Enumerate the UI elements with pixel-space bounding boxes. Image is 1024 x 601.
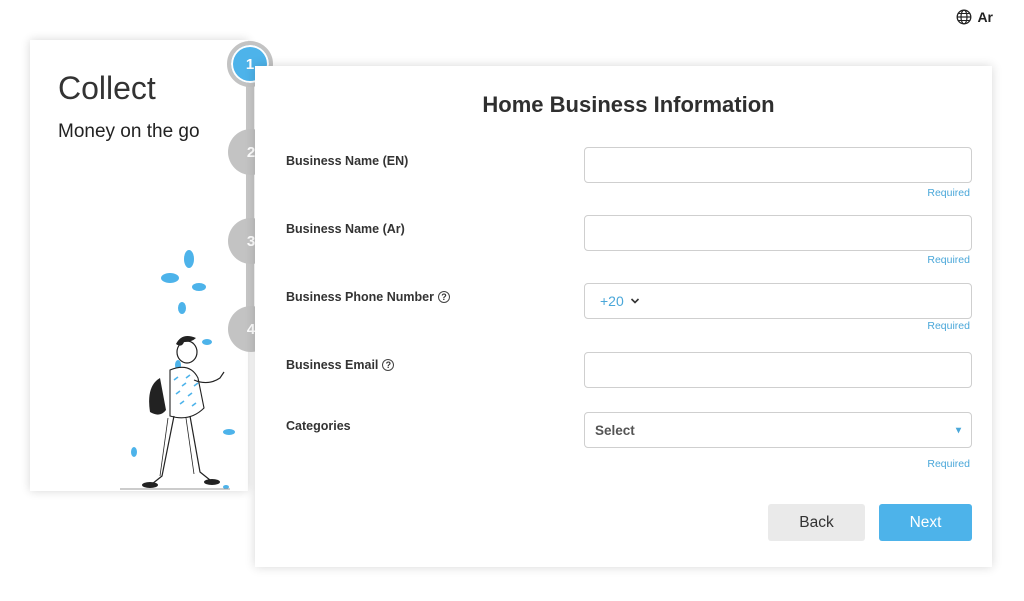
business-email-input[interactable] — [584, 352, 972, 388]
chevron-down-icon[interactable] — [630, 296, 640, 306]
business-email-label: Business Email ? — [286, 358, 395, 372]
language-label: Ar — [977, 9, 993, 25]
categories-required: Required — [927, 458, 970, 470]
walking-person-illustration — [120, 250, 235, 490]
help-icon[interactable]: ? — [437, 291, 450, 303]
country-code[interactable]: +20 — [600, 293, 624, 309]
next-button[interactable]: Next — [879, 504, 972, 541]
categories-label-text: Categories — [286, 419, 351, 433]
categories-selected-value: Select — [595, 422, 635, 438]
caret-down-icon: ▾ — [955, 424, 961, 436]
business-email-field[interactable] — [585, 353, 971, 387]
business-name-en-field[interactable] — [585, 148, 971, 182]
business-name-ar-label-text: Business Name (Ar) — [286, 222, 405, 236]
business-phone-required: Required — [927, 320, 970, 332]
promo-card: Collect Money on the go — [30, 40, 248, 491]
categories-select[interactable]: Select ▾ — [584, 412, 972, 448]
language-switch[interactable]: Ar — [956, 9, 993, 25]
business-name-en-input[interactable] — [584, 147, 972, 183]
business-name-ar-field[interactable] — [585, 216, 971, 250]
business-phone-input[interactable]: +20 — [584, 283, 972, 319]
business-phone-label: Business Phone Number ? — [286, 290, 450, 304]
business-email-label-text: Business Email — [286, 358, 379, 372]
back-button[interactable]: Back — [768, 504, 865, 541]
business-name-en-label-text: Business Name (EN) — [286, 154, 409, 168]
business-name-ar-label: Business Name (Ar) — [286, 222, 405, 236]
help-icon[interactable]: ? — [382, 359, 395, 371]
business-name-en-required: Required — [927, 187, 970, 199]
business-name-ar-input[interactable] — [584, 215, 972, 251]
business-name-ar-required: Required — [927, 254, 970, 266]
business-name-en-label: Business Name (EN) — [286, 154, 408, 168]
form-title: Home Business Information — [482, 92, 775, 117]
globe-icon — [956, 9, 972, 25]
promo-subtitle: Money on the go — [58, 121, 200, 142]
business-info-form: Home Business Information Business Name … — [255, 66, 992, 567]
business-phone-label-text: Business Phone Number — [286, 290, 434, 304]
promo-title: Collect — [58, 70, 156, 106]
categories-label: Categories — [286, 419, 351, 433]
stepper-track — [246, 64, 254, 332]
